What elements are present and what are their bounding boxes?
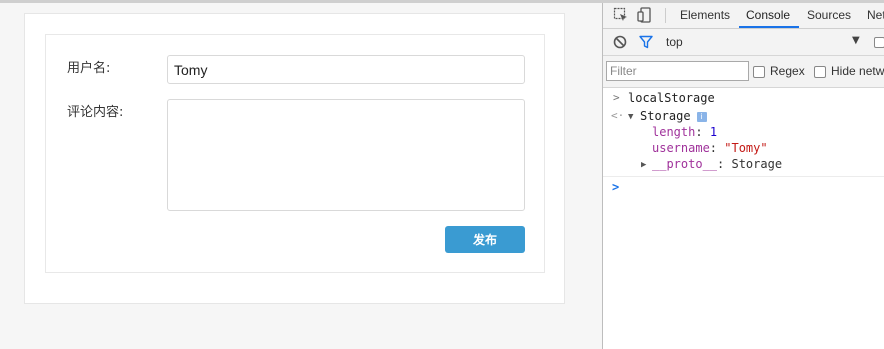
console-toolbar: top ▼ — [603, 29, 884, 56]
prop-username-value: "Tomy" — [724, 141, 768, 155]
hide-network-checkbox[interactable] — [814, 66, 826, 78]
publish-button[interactable]: 发布 — [445, 226, 525, 253]
context-selector[interactable]: top — [666, 35, 683, 49]
prop-length: length: 1 — [652, 125, 718, 139]
console-filter-row: Filter Regex Hide netw — [603, 56, 884, 88]
devtools-panel: Elements Console Sources Net top ▼ Filte… — [602, 3, 884, 349]
comment-panel: 用户名: Tomy 评论内容: 发布 — [24, 13, 565, 304]
expand-storage-icon[interactable]: ▼ — [628, 112, 633, 122]
inspect-element-icon[interactable] — [613, 7, 629, 23]
prop-length-value: 1 — [709, 125, 718, 139]
prop-proto-key: __proto__ — [652, 157, 718, 171]
prop-proto[interactable]: __proto__: Storage — [652, 157, 782, 171]
preserve-log-checkbox[interactable] — [874, 37, 884, 48]
regex-checkbox[interactable] — [753, 66, 765, 78]
tab-sources[interactable]: Sources — [807, 8, 851, 22]
regex-label: Regex — [770, 64, 805, 78]
console-divider — [603, 176, 884, 177]
comment-textarea[interactable] — [167, 99, 525, 211]
prop-username-key: username — [652, 141, 710, 155]
output-marker-icon: <· — [611, 109, 625, 122]
comment-form: 用户名: Tomy 评论内容: 发布 — [45, 34, 545, 273]
page-area: 用户名: Tomy 评论内容: 发布 — [0, 3, 602, 349]
filter-icon[interactable] — [639, 35, 653, 49]
username-input[interactable]: Tomy — [167, 55, 525, 84]
console-prompt-icon[interactable]: > — [612, 180, 619, 194]
hide-network-label: Hide netw — [831, 64, 884, 78]
username-label: 用户名: — [67, 61, 111, 76]
clear-console-icon[interactable] — [613, 35, 627, 49]
device-toolbar-icon[interactable] — [637, 7, 653, 23]
prop-username: username: "Tomy" — [652, 141, 768, 155]
console-input-line: localStorage — [628, 91, 715, 105]
active-tab-indicator — [739, 26, 799, 28]
result-type: Storage — [640, 109, 691, 123]
console-filter-input[interactable]: Filter — [606, 61, 749, 81]
devtools-tabbar: Elements Console Sources Net — [603, 3, 884, 29]
info-badge-icon: i — [696, 112, 707, 122]
prop-proto-value: Storage — [731, 157, 783, 171]
console-result-line[interactable]: Storage i — [640, 109, 707, 123]
tab-console[interactable]: Console — [746, 8, 790, 22]
tab-network[interactable]: Net — [867, 8, 884, 22]
input-marker-icon: > — [613, 91, 620, 104]
comment-label: 评论内容: — [67, 105, 124, 120]
tab-elements[interactable]: Elements — [680, 8, 730, 22]
tab-separator — [665, 8, 666, 23]
prop-length-key: length — [652, 125, 696, 139]
context-dropdown-icon[interactable]: ▼ — [852, 35, 860, 46]
expand-proto-icon[interactable]: ▶ — [641, 160, 646, 170]
